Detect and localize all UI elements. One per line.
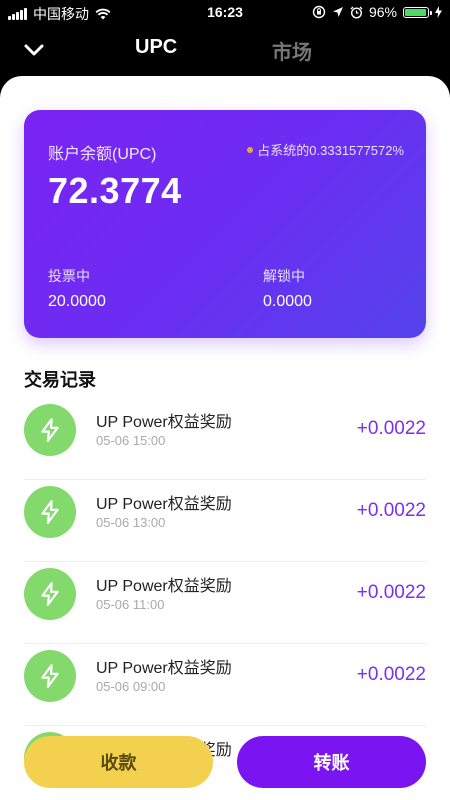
lightning-icon — [24, 568, 76, 620]
tab-upc[interactable]: UPC — [135, 36, 177, 59]
transfer-button[interactable]: 转账 — [237, 736, 426, 788]
content-sheet: 账户余额(UPC) 占系统的0.3331577572% 72.3774 投票中 … — [0, 76, 450, 800]
unlocking-value: 0.0000 — [263, 293, 312, 310]
alarm-icon — [350, 6, 363, 19]
top-nav: UPC 市场 — [0, 26, 450, 76]
transaction-amount: +0.0022 — [356, 582, 426, 603]
lightning-icon — [24, 404, 76, 456]
battery-icon — [403, 6, 432, 18]
transaction-title: UP Power权益奖励 — [96, 414, 232, 431]
status-bar: 中国移动 16:23 96% — [0, 0, 450, 26]
voting-label: 投票中 — [48, 268, 90, 284]
system-share: 占系统的0.3331577572% — [247, 140, 404, 159]
transaction-time: 05-06 09:00 — [96, 679, 166, 694]
status-right: 96% — [312, 4, 442, 20]
battery-level — [405, 8, 427, 16]
receive-button[interactable]: 收款 — [24, 736, 213, 788]
share-text: 占系统的0.3331577572% — [257, 143, 404, 158]
share-dot-icon — [247, 146, 254, 153]
transaction-row[interactable]: UP Power权益奖励 05-06 11:00 +0.0022 — [24, 562, 426, 644]
lightning-icon — [24, 650, 76, 702]
voting-value: 20.0000 — [48, 293, 106, 310]
charging-icon — [435, 6, 442, 18]
transaction-time: 05-06 13:00 — [96, 515, 166, 530]
transaction-amount: +0.0022 — [356, 664, 426, 685]
unlocking-label: 解锁中 — [263, 268, 305, 284]
transaction-row[interactable]: UP Power权益奖励 05-06 15:00 +0.0022 — [24, 398, 426, 480]
lock-rotation-icon — [312, 5, 326, 19]
chevron-down-icon[interactable] — [22, 38, 46, 62]
transaction-title: UP Power权益奖励 — [96, 578, 232, 595]
lightning-icon — [24, 486, 76, 538]
location-icon — [332, 7, 343, 17]
balance-card: 账户余额(UPC) 占系统的0.3331577572% 72.3774 投票中 … — [24, 110, 426, 338]
transaction-row[interactable]: UP Power权益奖励 05-06 09:00 +0.0022 — [24, 644, 426, 726]
transaction-amount: +0.0022 — [356, 500, 426, 521]
battery-percent: 96% — [368, 4, 397, 20]
tab-market[interactable]: 市场 — [272, 36, 312, 65]
transaction-title: UP Power权益奖励 — [96, 496, 232, 513]
transaction-row[interactable]: UP Power权益奖励 05-06 13:00 +0.0022 — [24, 480, 426, 562]
balance-label: 账户余额(UPC) — [48, 146, 157, 163]
transaction-amount: +0.0022 — [356, 418, 426, 439]
transactions-title: 交易记录 — [24, 370, 96, 390]
transaction-title: UP Power权益奖励 — [96, 660, 232, 677]
transaction-time: 05-06 15:00 — [96, 433, 166, 448]
transaction-time: 05-06 11:00 — [96, 597, 165, 612]
balance-value: 72.3774 — [48, 170, 182, 211]
